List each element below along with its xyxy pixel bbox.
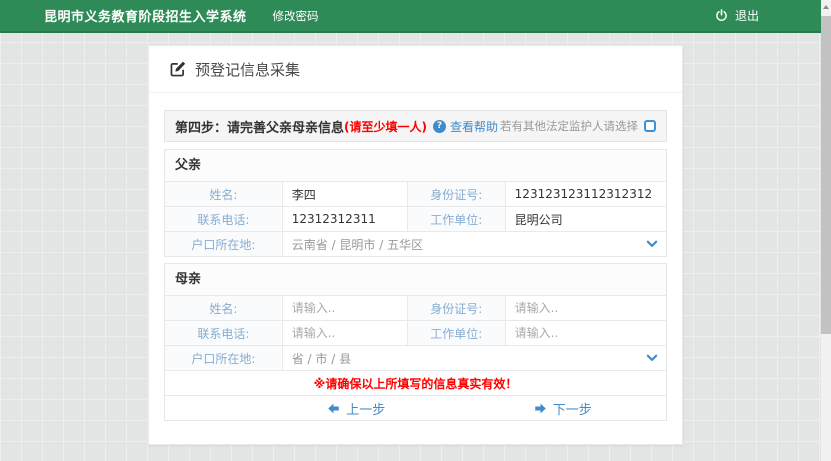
- other-guardian-label: 若有其他法定监护人请选择: [500, 118, 638, 134]
- arrow-right-icon: [534, 402, 547, 415]
- mother-phone-cell: [283, 321, 408, 345]
- father-name-cell: [283, 182, 408, 206]
- step-note: (请至少填一人): [344, 118, 427, 135]
- question-circle-icon: ?: [433, 120, 446, 133]
- mother-name-input[interactable]: [292, 301, 398, 315]
- mother-phone-label: 联系电话:: [165, 321, 283, 345]
- father-id-input[interactable]: [515, 187, 657, 201]
- chevron-down-icon[interactable]: [646, 238, 658, 253]
- mother-id-label: 身份证号:: [408, 296, 506, 320]
- scroll-up-icon[interactable]: [821, 0, 831, 14]
- mother-name-label: 姓名:: [165, 296, 283, 320]
- table-row: 户口所在地: 云南省 / 昆明市 / 五华区: [165, 231, 666, 256]
- father-phone-cell: [283, 207, 408, 231]
- mother-residence-placeholder: 省 / 市 / 县: [292, 350, 351, 367]
- nav-row: 上一步 下一步: [165, 395, 666, 420]
- father-work-label: 工作单位:: [408, 207, 506, 231]
- prev-step-label: 上一步: [346, 399, 385, 418]
- top-bar: 昆明市义务教育阶段招生入学系统 修改密码 退出: [0, 0, 821, 33]
- father-name-label: 姓名:: [165, 182, 283, 206]
- mother-residence-select[interactable]: 省 / 市 / 县: [283, 346, 666, 370]
- father-phone-input[interactable]: [292, 212, 398, 226]
- table-row: 联系电话: 工作单位:: [165, 206, 666, 231]
- power-icon: [715, 9, 728, 22]
- father-work-cell: [506, 207, 666, 231]
- step-title: 第四步：请完善父亲母亲信息: [175, 117, 344, 136]
- scrollbar-thumb[interactable]: [821, 16, 831, 334]
- table-row: 姓名: 身份证号:: [165, 295, 666, 320]
- mother-residence-label: 户口所在地:: [165, 346, 283, 370]
- view-help-link[interactable]: ? 查看帮助: [433, 118, 498, 135]
- page-title-bar: 预登记信息采集: [149, 46, 682, 93]
- father-residence-value: 云南省 / 昆明市 / 五华区: [292, 236, 423, 253]
- view-help-label: 查看帮助: [450, 118, 498, 135]
- warning-message: ※请确保以上所填写的信息真实有效！: [165, 370, 666, 395]
- table-row: 联系电话: 工作单位:: [165, 320, 666, 345]
- pencil-square-icon: [169, 61, 186, 78]
- father-name-input[interactable]: [292, 187, 398, 201]
- arrow-left-icon: [327, 402, 340, 415]
- father-residence-label: 户口所在地:: [165, 232, 283, 256]
- mother-work-label: 工作单位:: [408, 321, 506, 345]
- father-work-input[interactable]: [515, 212, 657, 226]
- father-section-title: 父亲: [165, 150, 666, 181]
- father-phone-label: 联系电话:: [165, 207, 283, 231]
- mother-work-cell: [506, 321, 666, 345]
- main-panel: 预登记信息采集 第四步：请完善父亲母亲信息 (请至少填一人) ? 查看帮助 若有…: [148, 45, 683, 445]
- app-title: 昆明市义务教育阶段招生入学系统: [44, 6, 247, 25]
- father-id-cell: [506, 182, 666, 206]
- next-step-button[interactable]: 下一步: [534, 399, 592, 418]
- mother-section-title: 母亲: [165, 264, 666, 295]
- table-row: 户口所在地: 省 / 市 / 县: [165, 345, 666, 370]
- page-title: 预登记信息采集: [195, 59, 300, 80]
- other-guardian-checkbox[interactable]: [644, 120, 656, 132]
- table-row: 姓名: 身份证号:: [165, 181, 666, 206]
- mother-name-cell: [283, 296, 408, 320]
- step-header: 第四步：请完善父亲母亲信息 (请至少填一人) ? 查看帮助 若有其他法定监护人请…: [164, 110, 667, 142]
- chevron-down-icon[interactable]: [646, 352, 658, 367]
- father-id-label: 身份证号:: [408, 182, 506, 206]
- mother-phone-input[interactable]: [292, 326, 398, 340]
- prev-step-button[interactable]: 上一步: [327, 399, 385, 418]
- scrollbar-track[interactable]: [821, 0, 831, 461]
- father-residence-select[interactable]: 云南省 / 昆明市 / 五华区: [283, 232, 666, 256]
- mother-work-input[interactable]: [515, 326, 657, 340]
- next-step-label: 下一步: [553, 399, 592, 418]
- logout-button[interactable]: 退出: [715, 7, 759, 24]
- mother-id-input[interactable]: [515, 301, 657, 315]
- mother-section: 母亲 姓名: 身份证号: 联系电话: 工作单位:: [164, 263, 667, 421]
- mother-id-cell: [506, 296, 666, 320]
- logout-label: 退出: [735, 7, 759, 24]
- change-password-link[interactable]: 修改密码: [273, 8, 319, 24]
- father-section: 父亲 姓名: 身份证号: 联系电话: 工作单位:: [164, 149, 667, 257]
